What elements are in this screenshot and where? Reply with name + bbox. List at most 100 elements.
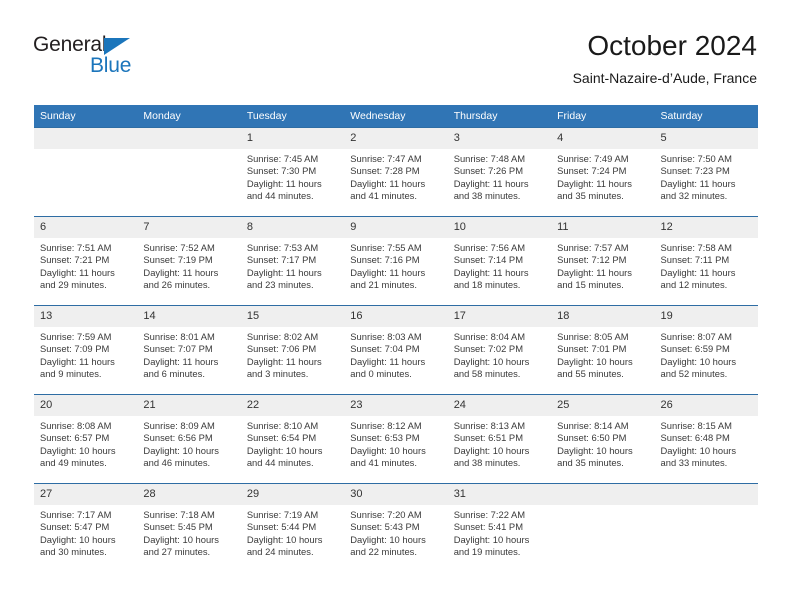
daylight-duration-line1: Daylight: 11 hours (40, 266, 115, 278)
calendar-day-cell[interactable]: 17 Sunrise: 8:04 AM Sunset: 7:02 PM Dayligh… (447, 305, 552, 395)
daylight-duration-line2: and 38 minutes. (453, 457, 521, 469)
sunrise-time: Sunrise: 7:18 AM (143, 509, 215, 520)
day-number: 22 (240, 395, 345, 416)
calendar-day-cell[interactable]: 30 Sunrise: 7:20 AM Sunset: 5:43 PM Dayligh… (344, 483, 448, 572)
daylight-duration-line2: and 23 minutes. (246, 279, 314, 291)
calendar-day-cell[interactable]: 6 Sunrise: 7:51 AM Sunset: 7:21 PM Daylight… (34, 216, 138, 306)
sunrise-time: Sunrise: 8:07 AM (660, 331, 732, 342)
calendar-page: General Blue October 2024 Saint-Nazaire-… (0, 0, 792, 612)
calendar-day-cell[interactable]: 5 Sunrise: 7:50 AM Sunset: 7:23 PM Daylight… (654, 127, 758, 217)
daylight-duration-line1: Daylight: 11 hours (143, 266, 219, 278)
page-header: General Blue October 2024 Saint-Nazaire-… (0, 0, 792, 100)
calendar-day-cell[interactable]: 2 Sunrise: 7:47 AM Sunset: 7:28 PM Daylight… (344, 127, 448, 217)
sunrise-time: Sunrise: 8:13 AM (453, 420, 526, 431)
day-number: 21 (137, 395, 241, 416)
calendar-day-cell[interactable]: 19 Sunrise: 8:07 AM Sunset: 6:59 PM Dayligh… (654, 305, 758, 395)
calendar-day-cell[interactable]: 29 Sunrise: 7:19 AM Sunset: 5:44 PM Dayligh… (240, 483, 345, 572)
calendar-day-cell[interactable]: 9 Sunrise: 7:55 AM Sunset: 7:16 PM Daylight… (344, 216, 448, 306)
sunset-time: Sunset: 7:16 PM (350, 254, 420, 266)
day-number: 8 (240, 217, 345, 238)
daylight-duration-line2: and 41 minutes. (350, 190, 417, 202)
daylight-duration-line1: Daylight: 11 hours (557, 177, 632, 189)
day-details: Sunrise: 7:47 AM Sunset: 7:28 PM Daylight:… (344, 149, 447, 203)
calendar-day-cell-empty (654, 483, 758, 572)
calendar-day-cell[interactable]: 1 Sunrise: 7:45 AM Sunset: 7:30 PM Daylight… (240, 127, 345, 217)
calendar-day-cell[interactable]: 4 Sunrise: 7:49 AM Sunset: 7:24 PM Daylight… (551, 127, 655, 217)
sunrise-time: Sunrise: 7:53 AM (246, 242, 319, 253)
daylight-duration-line1: Daylight: 11 hours (350, 266, 426, 278)
calendar-day-cell[interactable]: 24 Sunrise: 8:13 AM Sunset: 6:51 PM Dayligh… (447, 394, 552, 484)
calendar-day-cell[interactable]: 22 Sunrise: 8:10 AM Sunset: 6:54 PM Dayligh… (240, 394, 345, 484)
calendar-week-row: 6 Sunrise: 7:51 AM Sunset: 7:21 PM Daylight… (34, 216, 758, 306)
calendar-day-cell[interactable]: 13 Sunrise: 7:59 AM Sunset: 7:09 PM Dayligh… (34, 305, 138, 395)
sunset-time: Sunset: 6:57 PM (40, 432, 110, 444)
sunset-time: Sunset: 7:09 PM (40, 343, 110, 355)
day-number: 26 (654, 395, 758, 416)
calendar-day-cell[interactable]: 3 Sunrise: 7:48 AM Sunset: 7:26 PM Daylight… (447, 127, 552, 217)
calendar-day-cell[interactable]: 12 Sunrise: 7:58 AM Sunset: 7:11 PM Dayligh… (654, 216, 758, 306)
day-number: 14 (137, 306, 241, 327)
sunrise-time: Sunrise: 8:15 AM (660, 420, 732, 431)
day-details: Sunrise: 8:12 AM Sunset: 6:53 PM Daylight:… (344, 416, 447, 470)
sunrise-time: Sunrise: 7:52 AM (143, 242, 215, 253)
daylight-duration-line2: and 30 minutes. (40, 546, 107, 558)
sunrise-time: Sunrise: 7:47 AM (350, 153, 422, 164)
calendar-day-cell[interactable]: 27 Sunrise: 7:17 AM Sunset: 5:47 PM Dayligh… (34, 483, 138, 572)
calendar-day-cell[interactable]: 25 Sunrise: 8:14 AM Sunset: 6:50 PM Dayligh… (551, 394, 655, 484)
calendar-day-cell[interactable]: 20 Sunrise: 8:08 AM Sunset: 6:57 PM Dayligh… (34, 394, 138, 484)
day-details: Sunrise: 7:22 AM Sunset: 5:41 PM Daylight:… (448, 505, 551, 559)
calendar-day-cell[interactable]: 28 Sunrise: 7:18 AM Sunset: 5:45 PM Dayligh… (137, 483, 241, 572)
title-block: October 2024 Saint-Nazaire-d’Aude, Franc… (573, 30, 757, 88)
sunset-time: Sunset: 7:30 PM (246, 165, 317, 177)
weekday-header-monday: Monday (137, 105, 241, 128)
day-number: 3 (447, 128, 552, 149)
calendar-day-cell[interactable]: 10 Sunrise: 7:56 AM Sunset: 7:14 PM Dayligh… (447, 216, 552, 306)
day-number: 1 (240, 128, 345, 149)
daylight-duration-line1: Daylight: 10 hours (660, 355, 737, 367)
day-number: 24 (447, 395, 552, 416)
sunrise-time: Sunrise: 8:01 AM (143, 331, 215, 342)
calendar-day-cell[interactable]: 21 Sunrise: 8:09 AM Sunset: 6:56 PM Dayligh… (137, 394, 241, 484)
daylight-duration-line1: Daylight: 10 hours (453, 355, 530, 367)
calendar-day-cell[interactable]: 16 Sunrise: 8:03 AM Sunset: 7:04 PM Dayligh… (344, 305, 448, 395)
daylight-duration-line1: Daylight: 11 hours (246, 355, 322, 367)
day-number: 17 (447, 306, 552, 327)
sunrise-time: Sunrise: 7:19 AM (246, 509, 319, 520)
daylight-duration-line1: Daylight: 10 hours (660, 444, 737, 456)
day-number (551, 484, 655, 505)
sunrise-time: Sunrise: 7:20 AM (350, 509, 422, 520)
weekday-header-saturday: Saturday (654, 105, 758, 128)
sunrise-time: Sunrise: 7:50 AM (660, 153, 732, 164)
calendar-day-cell[interactable]: 26 Sunrise: 8:15 AM Sunset: 6:48 PM Dayligh… (654, 394, 758, 484)
sunset-time: Sunset: 5:47 PM (40, 521, 110, 533)
daylight-duration-line2: and 12 minutes. (660, 279, 728, 291)
sunset-time: Sunset: 7:07 PM (143, 343, 213, 355)
daylight-duration-line2: and 18 minutes. (453, 279, 521, 291)
day-details: Sunrise: 8:08 AM Sunset: 6:57 PM Daylight:… (34, 416, 137, 470)
calendar-day-cell[interactable]: 23 Sunrise: 8:12 AM Sunset: 6:53 PM Dayligh… (344, 394, 448, 484)
calendar-day-cell[interactable]: 15 Sunrise: 8:02 AM Sunset: 7:06 PM Dayligh… (240, 305, 345, 395)
sunrise-time: Sunrise: 7:57 AM (557, 242, 629, 253)
daylight-duration-line1: Daylight: 11 hours (350, 177, 426, 189)
calendar-day-cell[interactable]: 18 Sunrise: 8:05 AM Sunset: 7:01 PM Dayligh… (551, 305, 655, 395)
calendar-day-cell[interactable]: 8 Sunrise: 7:53 AM Sunset: 7:17 PM Daylight… (240, 216, 345, 306)
calendar-day-cell[interactable]: 11 Sunrise: 7:57 AM Sunset: 7:12 PM Dayligh… (551, 216, 655, 306)
daylight-duration-line1: Daylight: 10 hours (453, 533, 530, 545)
day-number: 4 (551, 128, 655, 149)
sunset-time: Sunset: 7:26 PM (453, 165, 523, 177)
calendar-week-row: 20 Sunrise: 8:08 AM Sunset: 6:57 PM Dayligh… (34, 394, 758, 484)
daylight-duration-line2: and 19 minutes. (453, 546, 521, 558)
day-details: Sunrise: 8:07 AM Sunset: 6:59 PM Daylight:… (655, 327, 758, 381)
day-details: Sunrise: 7:19 AM Sunset: 5:44 PM Daylight:… (241, 505, 344, 559)
day-number: 30 (344, 484, 448, 505)
day-number: 20 (34, 395, 138, 416)
day-number (654, 484, 758, 505)
calendar-day-cell[interactable]: 7 Sunrise: 7:52 AM Sunset: 7:19 PM Daylight… (137, 216, 241, 306)
sunset-time: Sunset: 6:54 PM (246, 432, 317, 444)
calendar-day-cell[interactable]: 31 Sunrise: 7:22 AM Sunset: 5:41 PM Dayligh… (447, 483, 552, 572)
daylight-duration-line2: and 35 minutes. (557, 457, 624, 469)
calendar-day-cell[interactable]: 14 Sunrise: 8:01 AM Sunset: 7:07 PM Dayligh… (137, 305, 241, 395)
daylight-duration-line2: and 0 minutes. (350, 368, 412, 380)
sunset-time: Sunset: 7:24 PM (557, 165, 627, 177)
daylight-duration-line2: and 15 minutes. (557, 279, 624, 291)
